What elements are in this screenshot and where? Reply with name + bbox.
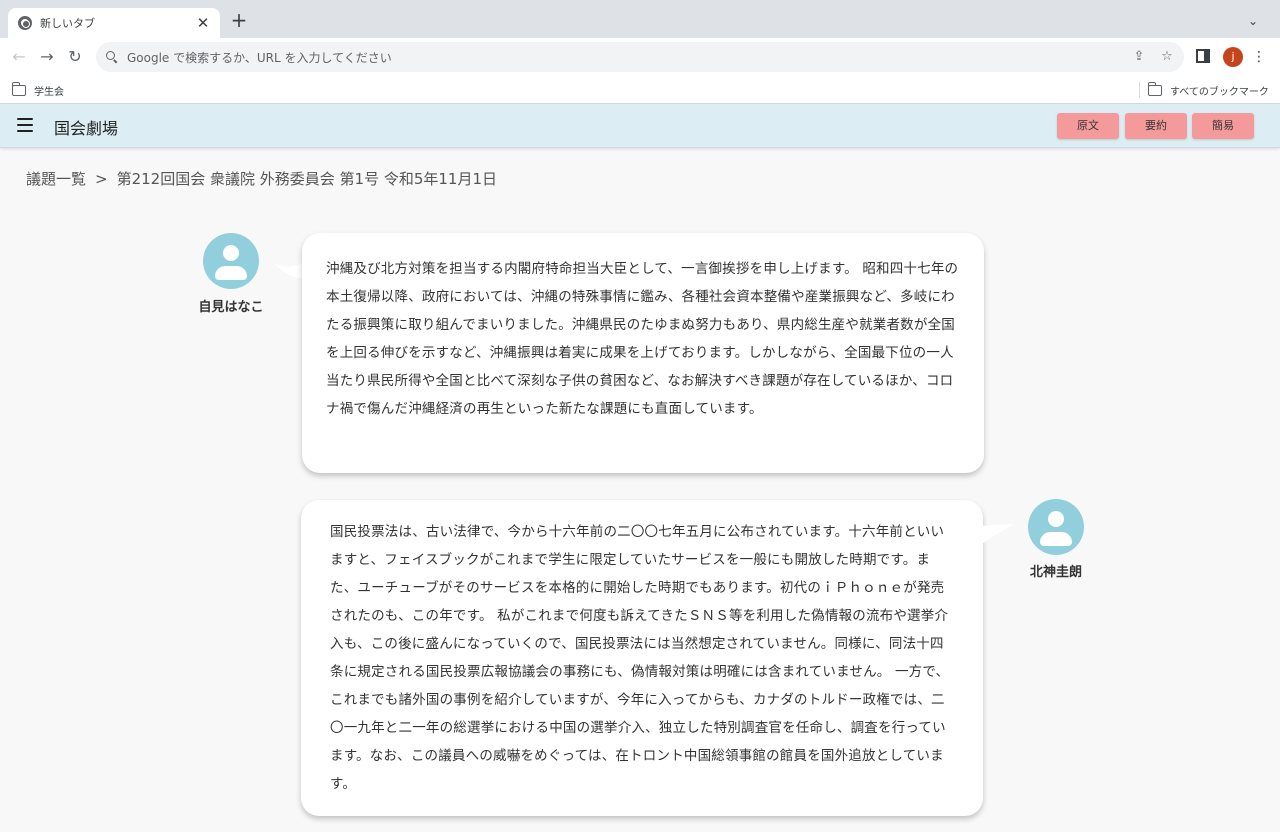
folder-icon (11, 82, 26, 96)
bookmark-star-icon[interactable]: ☆ (1158, 48, 1176, 66)
hamburger-menu-icon[interactable] (17, 118, 33, 132)
new-tab-button[interactable]: + (229, 10, 249, 30)
speech-bubble: 国民投票法は、古い法律で、今から十六年前の二〇〇七年五月に公布されています。十六… (301, 500, 983, 816)
folder-icon (1147, 82, 1162, 96)
chrome-icon (18, 16, 32, 30)
speech-bubble-tail (274, 260, 306, 279)
speaker-avatar (203, 233, 259, 289)
app-header: 国会劇場 原文 要約 簡易 (0, 104, 1280, 148)
bookmarks-divider (1139, 82, 1140, 98)
browser-toolbar: ← → ↻ Google で検索するか、URL を入力してください ⇪ ☆ j … (0, 38, 1280, 76)
breadcrumb-current: 第212回国会 衆議院 外務委員会 第1号 令和5年11月1日 (116, 170, 498, 188)
speaker-avatar (1028, 499, 1084, 555)
reload-icon[interactable]: ↻ (65, 47, 85, 67)
all-bookmarks-button[interactable]: すべてのブックマーク (1147, 82, 1269, 98)
tab-search-icon[interactable]: ⌄ (1244, 12, 1262, 30)
back-icon[interactable]: ← (9, 47, 29, 67)
search-icon (106, 51, 118, 63)
tab-title: 新しいタブ (40, 17, 95, 30)
browser-tabstrip: 新しいタブ ✕ + ⌄ (0, 0, 1280, 38)
bookmarks-bar: 学生会 すべてのブックマーク (0, 76, 1280, 104)
breadcrumb: 議題一覧 > 第212回国会 衆議院 外務委員会 第1号 令和5年11月1日 (26, 168, 497, 189)
speaker-name: 自見はなこ (198, 300, 264, 315)
all-bookmarks-label: すべてのブックマーク (1170, 87, 1269, 98)
address-bar[interactable]: Google で検索するか、URL を入力してください ⇪ ☆ (96, 42, 1184, 72)
forward-icon[interactable]: → (37, 47, 57, 67)
breadcrumb-separator: > (95, 170, 108, 188)
speech-text: 国民投票法は、古い法律で、今から十六年前の二〇〇七年五月に公布されています。十六… (330, 524, 950, 792)
bookmark-folder[interactable]: 学生会 (11, 82, 64, 98)
share-icon[interactable]: ⇪ (1130, 48, 1148, 66)
app-title: 国会劇場 (54, 119, 119, 138)
speech-bubble-tail (980, 524, 1014, 544)
speech-bubble: 沖縄及び北方対策を担当する内閣府特命担当大臣として、一言御挨拶を申し上げます。 … (302, 233, 984, 473)
address-bar-placeholder: Google で検索するか、URL を入力してください (127, 50, 392, 65)
speech-text: 沖縄及び北方対策を担当する内閣府特命担当大臣として、一言御挨拶を申し上げます。 … (326, 261, 959, 417)
side-panel-icon[interactable] (1196, 49, 1210, 63)
original-text-button[interactable]: 原文 (1057, 113, 1119, 139)
summary-button[interactable]: 要約 (1125, 113, 1187, 139)
speaker-name: 北神圭朗 (1029, 565, 1082, 580)
breadcrumb-root-link[interactable]: 議題一覧 (26, 168, 86, 189)
bookmark-label: 学生会 (34, 87, 64, 98)
browser-tab[interactable]: 新しいタブ ✕ (8, 8, 220, 38)
simple-button[interactable]: 簡易 (1192, 113, 1254, 139)
close-tab-icon[interactable]: ✕ (194, 14, 212, 32)
profile-avatar[interactable]: j (1223, 47, 1243, 67)
browser-menu-icon[interactable]: ⋮ (1252, 47, 1266, 67)
